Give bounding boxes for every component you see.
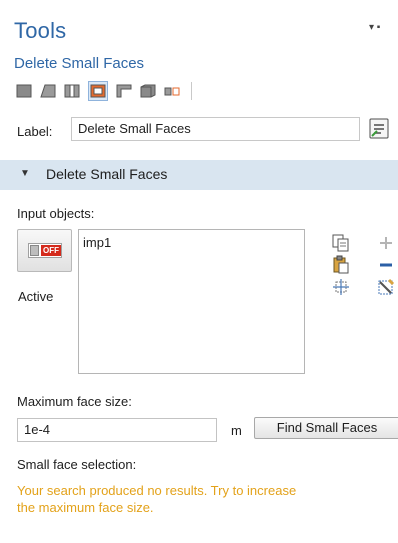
vertex-icon[interactable]	[15, 83, 33, 99]
collapse-arrow-icon[interactable]: ▼	[20, 168, 30, 179]
toggle-off-badge: OFF	[41, 245, 61, 256]
pair-icon[interactable]	[163, 83, 181, 99]
face-select-icon[interactable]	[88, 81, 108, 101]
edge-icon[interactable]	[39, 83, 57, 99]
unit-label: m	[231, 423, 242, 438]
panel-title: Tools	[14, 18, 67, 43]
pin-menu-icon[interactable]: ▾ ▪	[369, 22, 380, 33]
section-title: Delete Small Faces	[46, 166, 168, 182]
find-small-faces-button[interactable]: Find Small Faces	[254, 417, 398, 439]
input-objects-label: Input objects:	[17, 206, 95, 221]
active-toggle-button[interactable]: OFF	[17, 229, 72, 272]
domain-partial-icon[interactable]	[115, 83, 133, 99]
label-input[interactable]: Delete Small Faces	[71, 117, 360, 141]
add-icon[interactable]	[376, 233, 396, 253]
active-label: Active	[18, 289, 54, 304]
toggle-switch-icon	[30, 245, 39, 256]
zoom-selected-icon[interactable]	[331, 277, 351, 297]
face-split-icon[interactable]	[63, 83, 81, 99]
small-face-selection-label: Small face selection:	[17, 457, 137, 472]
max-face-size-input[interactable]: 1e-4	[17, 418, 217, 442]
max-face-size-label: Maximum face size:	[17, 394, 132, 409]
edit-label-icon[interactable]	[368, 117, 392, 141]
remove-icon[interactable]	[376, 255, 396, 275]
paste-icon[interactable]	[331, 255, 351, 275]
selection-toolbar	[15, 81, 192, 101]
copy-icon[interactable]	[331, 233, 351, 253]
list-item[interactable]: imp1	[83, 235, 111, 250]
domain-icon[interactable]	[139, 83, 157, 99]
toolbar-separator	[191, 82, 192, 100]
label-caption: Label:	[17, 124, 53, 139]
no-results-message: Your search produced no results. Try to …	[17, 483, 297, 515]
clear-selection-icon[interactable]	[376, 277, 396, 297]
input-objects-list[interactable]	[78, 229, 305, 374]
panel-subtitle: Delete Small Faces	[14, 55, 145, 72]
